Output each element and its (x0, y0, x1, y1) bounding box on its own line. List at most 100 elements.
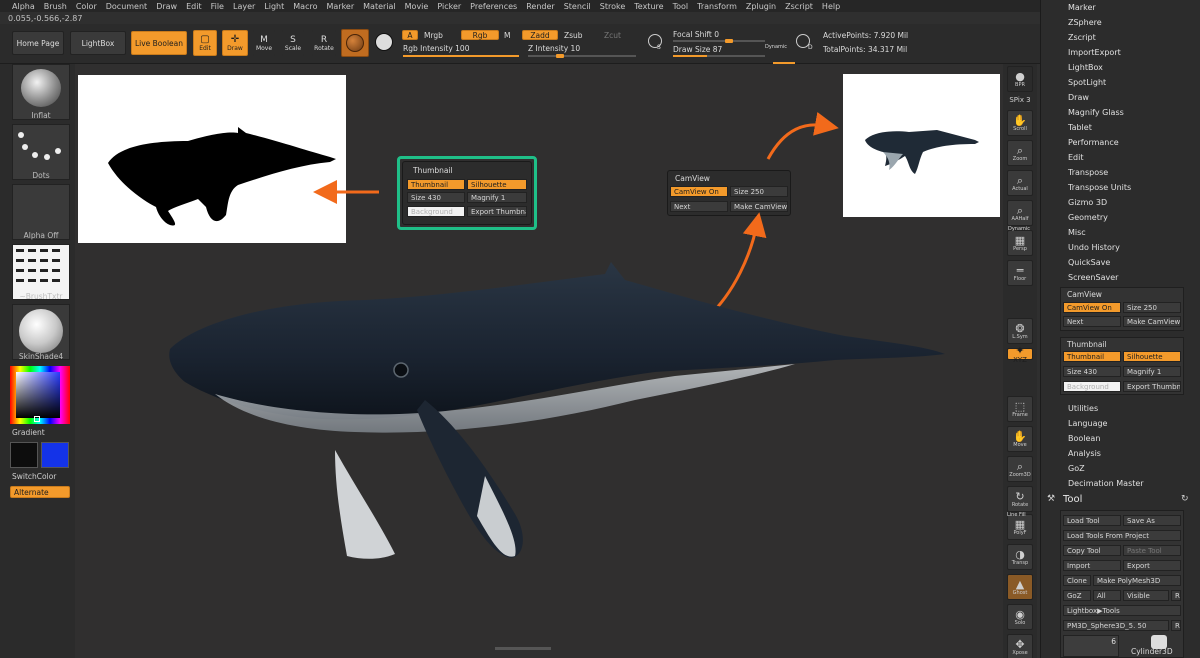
tool-clone-button[interactable]: Clone (1063, 575, 1091, 586)
tool-save-as-button[interactable]: Save As (1123, 515, 1181, 526)
tray-item-utilities[interactable]: Utilities (1068, 404, 1098, 413)
canvas-scroll-handle[interactable] (495, 647, 551, 650)
tool-all-button[interactable]: All (1093, 590, 1121, 601)
shelf-scroll-button[interactable]: ✋ Scroll (1007, 110, 1033, 136)
menu-macro[interactable]: Macro (293, 2, 317, 11)
tray-item-goz[interactable]: GoZ (1068, 464, 1085, 473)
tool-r-button[interactable]: R (1171, 620, 1181, 631)
document-canvas[interactable]: Thumbnail Thumbnail Silhouette Size 430 … (75, 64, 1003, 650)
cylinder-tool-thumbnail[interactable]: Cylinder3D (1123, 635, 1179, 657)
menu-document[interactable]: Document (106, 2, 147, 11)
a-button[interactable]: A (402, 30, 418, 40)
tray-item-screensaver[interactable]: ScreenSaver (1068, 273, 1118, 282)
alternate-button[interactable]: Alternate (10, 486, 70, 498)
shelf-bpr-button[interactable]: ● BPR (1007, 66, 1033, 92)
m-button[interactable]: M (504, 31, 510, 40)
shelf-zoom3d-button[interactable]: ⌕ Zoom3D (1007, 456, 1033, 482)
tool-copy-tool-button[interactable]: Copy Tool (1063, 545, 1121, 556)
tray-item-transpose[interactable]: Transpose (1068, 168, 1108, 177)
tray-camview-size-slider[interactable]: Size 250 (1123, 302, 1181, 313)
menu-edit[interactable]: Edit (186, 2, 202, 11)
tray-item-decimation-master[interactable]: Decimation Master (1068, 479, 1144, 488)
zcut-button[interactable]: Zcut (604, 31, 621, 40)
shelf-spix-button[interactable]: SPix 3 (1007, 94, 1033, 106)
main-color-swatch[interactable] (10, 442, 38, 468)
tray-item-importexport[interactable]: ImportExport (1068, 48, 1121, 57)
menu-render[interactable]: Render (526, 2, 554, 11)
tray-item-undo-history[interactable]: Undo History (1068, 243, 1120, 252)
tool-lightbox-tools-button[interactable]: Lightbox▶Tools (1063, 605, 1181, 616)
shelf-move-button[interactable]: ✋ Move (1007, 426, 1033, 452)
tray-item-edit[interactable]: Edit (1068, 153, 1084, 162)
shelf-frame-button[interactable]: ⬚ Frame (1007, 396, 1033, 422)
move-button[interactable]: M Move (253, 30, 275, 56)
tray-item-analysis[interactable]: Analysis (1068, 449, 1101, 458)
gradient-label[interactable]: Gradient (12, 428, 45, 437)
color-picker[interactable] (10, 366, 70, 424)
tool-palette-title[interactable]: Tool (1063, 494, 1082, 505)
tray-silhouette-button[interactable]: Silhouette (1123, 351, 1181, 362)
menu-tool[interactable]: Tool (673, 2, 689, 11)
tray-export-thumbnail-button[interactable]: Export Thumbna (1123, 381, 1181, 392)
tool-load-tools-from-project-button[interactable]: Load Tools From Project (1063, 530, 1181, 541)
menu-movie[interactable]: Movie (405, 2, 429, 11)
menu-file[interactable]: File (211, 2, 224, 11)
tray-item-lightbox[interactable]: LightBox (1068, 63, 1103, 72)
lightbox-button[interactable]: LightBox (70, 31, 126, 55)
tool-load-tool-button[interactable]: Load Tool (1063, 515, 1121, 526)
menu-picker[interactable]: Picker (437, 2, 461, 11)
tray-item-misc[interactable]: Misc (1068, 228, 1086, 237)
tray-thumbnail-button[interactable]: Thumbnail (1063, 351, 1121, 362)
tool-pm3d-sphere3d-5-50-button[interactable]: PM3D_Sphere3D_5. 50 (1063, 620, 1169, 631)
menu-zplugin[interactable]: Zplugin (746, 2, 776, 11)
shelf-floor-button[interactable]: ═ Floor (1007, 260, 1033, 286)
tray-camview-next-button[interactable]: Next (1063, 316, 1121, 327)
tray-camview-on-button[interactable]: CamView On (1063, 302, 1121, 313)
menu-material[interactable]: Material (363, 2, 396, 11)
camview-subpalette-title[interactable]: CamView (1067, 290, 1102, 299)
tray-background-button[interactable]: Background (1063, 381, 1121, 392)
tray-make-camview-button[interactable]: Make CamView (1123, 316, 1181, 327)
tool-goz-button[interactable]: GoZ (1063, 590, 1091, 601)
rgb-button[interactable]: Rgb (461, 30, 499, 40)
tool-r-button[interactable]: R (1171, 590, 1181, 601)
tray-item-marker[interactable]: Marker (1068, 3, 1096, 12)
current-tool-thumbnail[interactable]: 6 (1063, 635, 1119, 657)
menu-stencil[interactable]: Stencil (564, 2, 591, 11)
menu-brush[interactable]: Brush (44, 2, 67, 11)
shelf-actual-button[interactable]: ⌕ Actual (1007, 170, 1033, 196)
switch-color-button[interactable]: SwitchColor (12, 472, 56, 481)
shelf-solo-button[interactable]: ◉ Solo (1007, 604, 1033, 630)
tray-thumbnail-size-slider[interactable]: Size 430 (1063, 366, 1121, 377)
shelf-rotate-button[interactable]: ↻ Rotate (1007, 486, 1033, 512)
shelf-zoom-button[interactable]: ⌕ Zoom (1007, 140, 1033, 166)
menu-draw[interactable]: Draw (156, 2, 177, 11)
tray-item-geometry[interactable]: Geometry (1068, 213, 1108, 222)
tray-item-boolean[interactable]: Boolean (1068, 434, 1100, 443)
menu-alpha[interactable]: Alpha (12, 2, 35, 11)
menu-preferences[interactable]: Preferences (470, 2, 517, 11)
secondary-color-swatch[interactable] (41, 442, 69, 468)
stroke-icon[interactable] (375, 33, 393, 51)
material-swatch[interactable] (341, 29, 369, 57)
rgb-intensity-slider[interactable] (403, 55, 519, 57)
menu-transform[interactable]: Transform (697, 2, 737, 11)
menu-color[interactable]: Color (76, 2, 97, 11)
z-intensity-slider[interactable] (528, 54, 636, 58)
tray-item-magnify-glass[interactable]: Magnify Glass (1068, 108, 1124, 117)
tool-export-button[interactable]: Export (1123, 560, 1181, 571)
live-boolean-button[interactable]: Live Boolean (131, 31, 187, 55)
menu-stroke[interactable]: Stroke (600, 2, 626, 11)
tray-item-draw[interactable]: Draw (1068, 93, 1089, 102)
tool-paste-tool-button[interactable]: Paste Tool (1123, 545, 1181, 556)
tray-item-quicksave[interactable]: QuickSave (1068, 258, 1110, 267)
shelf-xpose-button[interactable]: ✥ Xpose (1007, 634, 1033, 658)
tray-magnify-slider[interactable]: Magnify 1 (1123, 366, 1181, 377)
draw-button[interactable]: ✛ Draw (222, 30, 248, 56)
tray-item-zscript[interactable]: Zscript (1068, 33, 1096, 42)
tool-import-button[interactable]: Import (1063, 560, 1121, 571)
menu-layer[interactable]: Layer (233, 2, 255, 11)
rotate-button[interactable]: R Rotate (312, 30, 336, 56)
home-page-button[interactable]: Home Page (12, 31, 64, 55)
scale-button[interactable]: S Scale (282, 30, 304, 56)
